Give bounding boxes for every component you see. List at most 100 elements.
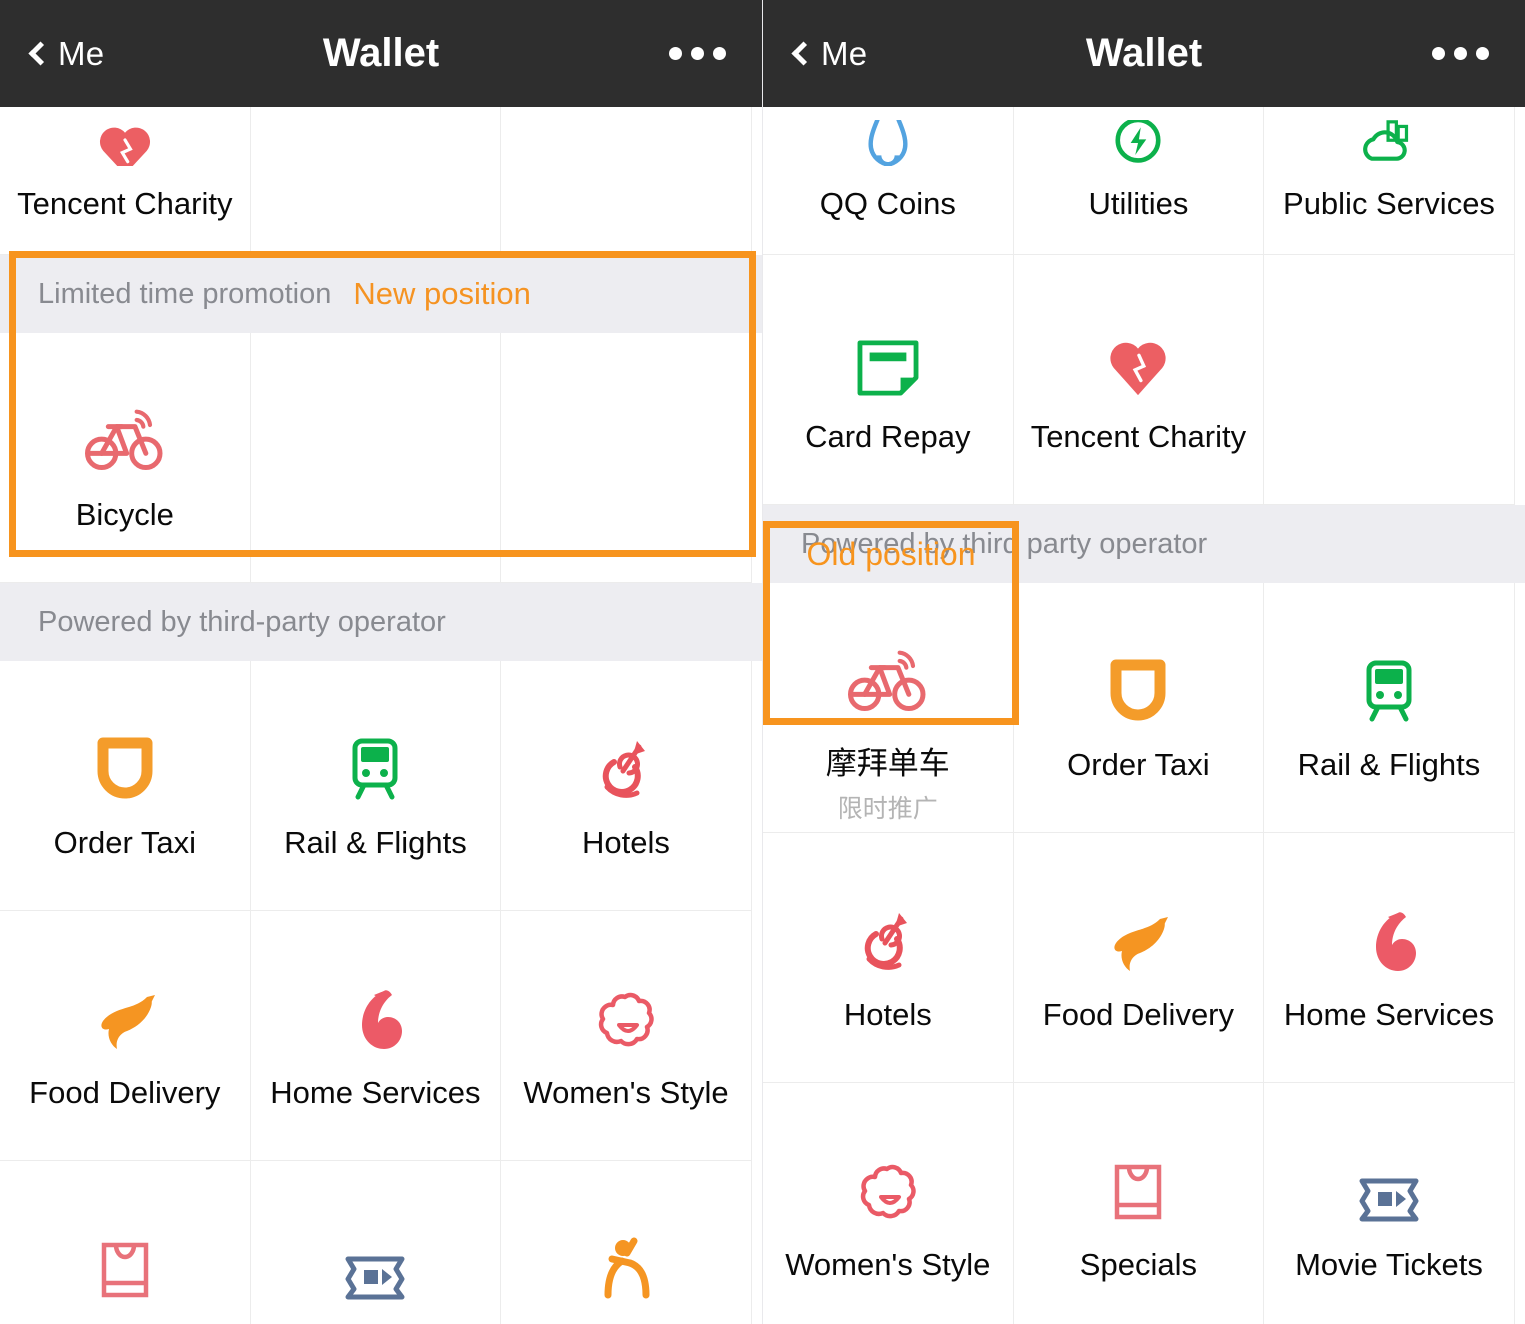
qq-penguin-icon — [858, 120, 918, 166]
more-options-button-right[interactable] — [1432, 47, 1503, 60]
navigation-bar-right: Me Wallet — [763, 0, 1525, 107]
grid-item-qq-coins[interactable]: QQ Coins — [763, 107, 1014, 255]
grid-item-empty — [501, 333, 752, 583]
ellipsis-dot — [1432, 47, 1445, 60]
shopping-bag-icon — [1109, 1133, 1167, 1225]
grid-item-label: Women's Style — [523, 1074, 729, 1110]
swan-icon — [344, 961, 406, 1053]
grid-item-public-services[interactable]: Public Services — [1264, 107, 1515, 255]
didi-taxi-icon — [97, 711, 153, 803]
bicycle-signal-icon — [846, 624, 930, 716]
grid-item-label: Women's Style — [785, 1246, 991, 1282]
grid-item-empty — [1264, 255, 1515, 505]
grid-item-sublabel: 限时推广 — [837, 795, 938, 823]
left-partial-row: Tencent Charity — [0, 107, 762, 255]
grid-item-label: Food Delivery — [1042, 996, 1235, 1032]
grid-item-hotels[interactable]: Hotels — [501, 661, 752, 911]
section-header-label: Powered by third-party operator — [38, 605, 446, 638]
grid-item-label: Order Taxi — [53, 824, 196, 860]
bicycle-signal-icon — [83, 383, 167, 475]
grid-item-label: Rail & Flights — [1297, 746, 1481, 782]
grid-item-food-delivery[interactable]: Food Delivery — [1013, 833, 1265, 1083]
grid-item-women-s-style[interactable]: Women's Style — [763, 1083, 1014, 1324]
grid-item-home-services[interactable]: Home Services — [250, 911, 502, 1161]
chevron-left-icon — [28, 41, 53, 66]
grid-item-label: Rail & Flights — [284, 824, 467, 860]
grid-item-group-buy[interactable]: Group Buy — [501, 1161, 752, 1324]
grid-item-food-delivery[interactable]: Food Delivery — [0, 911, 251, 1161]
left-third-party-grid: Order Taxi Rail & Flights Hotels Food De… — [0, 661, 762, 1324]
movie-ticket-icon — [342, 1211, 408, 1303]
grid-item-label: Food Delivery — [29, 1074, 221, 1110]
grid-item-label: Tencent Charity — [17, 186, 233, 221]
comparison-stage: Me Wallet Tencent Charity Limited time p… — [0, 0, 1525, 1324]
chevron-left-icon — [791, 41, 816, 66]
grid-item-utilities[interactable]: Utilities — [1013, 107, 1265, 255]
hotel-swirl-icon — [855, 883, 921, 975]
grid-item-label: Specials — [1079, 1246, 1197, 1282]
grid-item-empty — [250, 107, 502, 255]
person-cheer-icon — [596, 1211, 656, 1303]
grid-item-rail-flights[interactable]: Rail & Flights — [1264, 583, 1515, 833]
grid-item-label: Public Services — [1283, 186, 1495, 221]
section-header-label: Powered by third party operator — [801, 527, 1208, 560]
grid-item-order-taxi[interactable]: Order Taxi — [1013, 583, 1265, 833]
grid-item-label: Hotels — [843, 996, 932, 1032]
kangaroo-icon — [1102, 883, 1174, 975]
grid-item-rail-flights[interactable]: Rail & Flights — [250, 661, 502, 911]
grid-item-tencent-charity[interactable]: Tencent Charity — [0, 107, 251, 255]
kangaroo-icon — [89, 961, 161, 1053]
ellipsis-dot — [713, 47, 726, 60]
ellipsis-dot — [1454, 47, 1467, 60]
grid-item-label: Tencent Charity — [1030, 418, 1247, 454]
section-header-label: Limited time promotion — [38, 277, 332, 310]
grid-item-label: Movie Tickets — [1295, 1246, 1483, 1282]
flower-face-icon — [855, 1133, 921, 1225]
wallet-screen-left: Me Wallet Tencent Charity Limited time p… — [0, 0, 762, 1324]
back-button-right[interactable]: Me — [785, 35, 867, 73]
back-button-label: Me — [58, 34, 105, 72]
grid-item-specials[interactable]: Specials — [0, 1161, 251, 1324]
cloud-city-icon — [1360, 120, 1418, 166]
grid-item-label: Order Taxi — [1067, 746, 1210, 782]
heart-charity-icon — [1105, 305, 1171, 397]
flower-face-icon — [593, 961, 659, 1053]
right-third-party-grid: 摩拜单车限时推广 Order Taxi Rail & Flights Hotel… — [763, 583, 1525, 1324]
grid-item-movie-tickets[interactable]: Movie Tickets — [1264, 1083, 1515, 1324]
didi-taxi-icon — [1110, 633, 1166, 725]
card-repay-icon — [856, 305, 920, 397]
train-icon — [346, 711, 404, 803]
grid-item-label: 摩拜单车 — [825, 746, 950, 781]
panel-divider — [762, 0, 763, 1324]
grid-item-card-repay[interactable]: Card Repay — [763, 255, 1014, 505]
more-options-button-left[interactable] — [669, 47, 740, 60]
grid-item-label: Card Repay — [805, 418, 971, 454]
shopping-bag-icon — [96, 1211, 154, 1303]
hotel-swirl-icon — [593, 711, 659, 803]
left-promo-grid: Bicycle — [0, 333, 762, 583]
grid-item-home-services[interactable]: Home Services — [1264, 833, 1515, 1083]
grid-item-empty — [250, 333, 502, 583]
grid-item-tencent-charity[interactable]: Tencent Charity — [1013, 255, 1265, 505]
ellipsis-dot — [1476, 47, 1489, 60]
section-header-limited-time-promotion: Limited time promotion New position — [0, 255, 762, 333]
grid-item-label: Utilities — [1088, 186, 1189, 221]
grid-item-label: Hotels — [582, 824, 670, 860]
grid-item-bicycle[interactable]: Bicycle — [0, 333, 251, 583]
grid-item-hotels[interactable]: Hotels — [763, 833, 1014, 1083]
grid-item-specials[interactable]: Specials — [1013, 1083, 1265, 1324]
ellipsis-dot — [669, 47, 682, 60]
section-header-third-party-left: Powered by third-party operator — [0, 583, 762, 661]
grid-item-empty — [501, 107, 752, 255]
grid-item-label: Home Services — [270, 1074, 481, 1110]
grid-item-order-taxi[interactable]: Order Taxi — [0, 661, 251, 911]
grid-item-label: QQ Coins — [819, 186, 956, 221]
section-header-third-party-right: Powered by third party operator — [763, 505, 1525, 583]
right-partial-row: QQ Coins Utilities Public Services — [763, 107, 1525, 255]
grid-item-label: Home Services — [1283, 996, 1495, 1032]
grid-item-摩拜单车[interactable]: 摩拜单车 限时推广 — [763, 583, 1014, 833]
grid-item-movie-tickets[interactable]: Movie Tickets — [250, 1161, 502, 1324]
back-button-left[interactable]: Me — [22, 35, 104, 73]
annotation-new-position: New position — [353, 276, 531, 311]
grid-item-women-s-style[interactable]: Women's Style — [501, 911, 752, 1161]
